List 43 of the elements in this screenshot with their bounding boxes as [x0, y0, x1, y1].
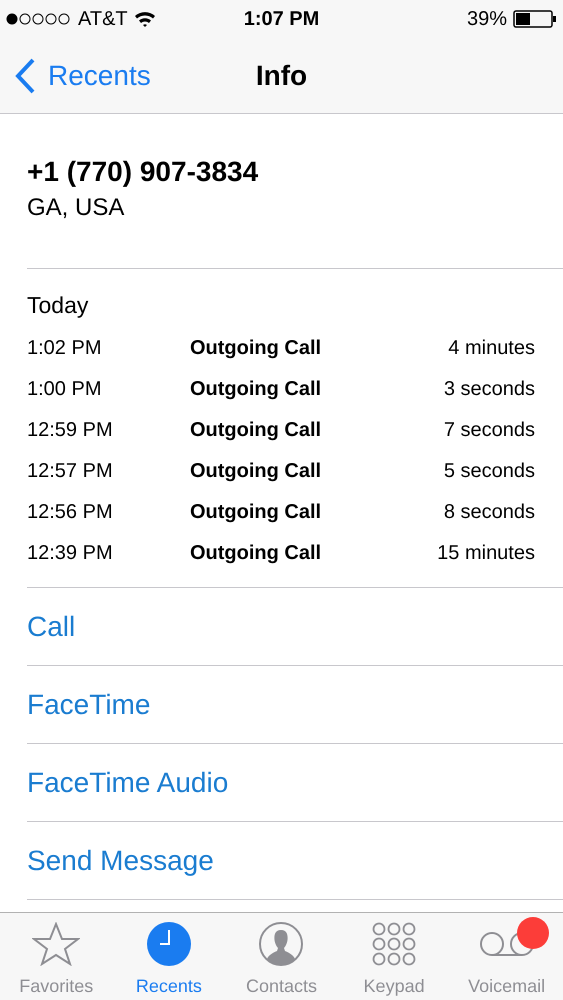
- action-item[interactable]: FaceTime: [27, 666, 563, 744]
- back-button[interactable]: Recents: [0, 54, 151, 96]
- date-heading: Today: [27, 291, 90, 320]
- call-duration: 5 seconds: [444, 458, 535, 484]
- tab[interactable]: Voicemail: [450, 913, 563, 1000]
- call-duration: 7 seconds: [444, 418, 535, 442]
- call-duration: 8 seconds: [444, 500, 535, 524]
- call-time: 12:57 PM: [27, 458, 114, 484]
- wifi-icon: [134, 11, 156, 27]
- call-type: Outgoing Call: [190, 376, 322, 402]
- tab[interactable]: Contacts: [225, 913, 338, 1000]
- call-time: 1:00 PM: [27, 376, 102, 402]
- call-duration: 15 minutes: [437, 540, 535, 566]
- carrier-name: AT&T: [78, 7, 128, 32]
- tab[interactable]: Keypad: [338, 913, 450, 1000]
- call-type: Outgoing Call: [190, 500, 322, 524]
- tab[interactable]: Recents: [112, 913, 226, 1000]
- call-type: Outgoing Call: [190, 540, 322, 566]
- call-time: 12:59 PM: [27, 418, 114, 442]
- battery-percent: 39%: [466, 7, 507, 32]
- signal-icon: [6, 13, 72, 25]
- call-duration: 3 seconds: [444, 376, 535, 402]
- action-item[interactable]: Call: [27, 588, 563, 666]
- chevron-left-icon: [14, 58, 36, 94]
- action-item[interactable]: Send Message: [27, 822, 563, 900]
- page-title: Info: [256, 58, 308, 92]
- call-time: 12:39 PM: [27, 540, 114, 566]
- location: GA, USA: [27, 193, 126, 223]
- call-type: Outgoing Call: [190, 418, 322, 442]
- call-duration: 4 minutes: [448, 336, 535, 360]
- person-icon: [258, 921, 304, 967]
- keypad-icon: [372, 922, 416, 966]
- call-type: Outgoing Call: [190, 336, 322, 360]
- clock-icon: [146, 921, 192, 967]
- phone-number: +1 (770) 907-3834: [27, 155, 260, 189]
- status-time: 1:07 PM: [244, 7, 320, 32]
- tab[interactable]: Favorites: [0, 913, 113, 1000]
- battery-icon: [513, 10, 557, 28]
- call-type: Outgoing Call: [190, 458, 322, 484]
- star-icon: [32, 922, 80, 966]
- call-time: 12:56 PM: [27, 500, 114, 524]
- action-item[interactable]: FaceTime Audio: [27, 744, 563, 822]
- call-time: 1:02 PM: [27, 336, 102, 360]
